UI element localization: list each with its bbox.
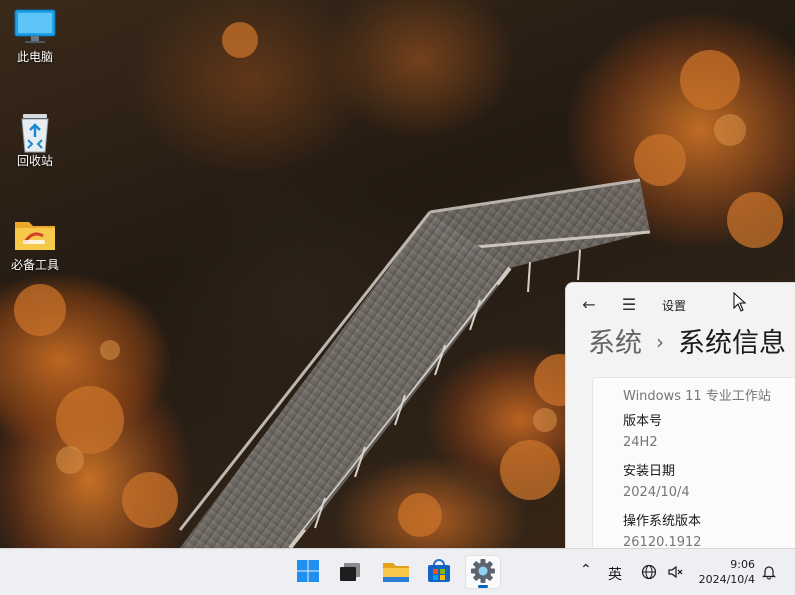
start-button[interactable]: [290, 555, 326, 589]
version-label: 版本号: [623, 414, 663, 429]
window-title: 设置: [662, 299, 687, 313]
active-app-indicator: [478, 585, 488, 588]
store-button[interactable]: [421, 555, 457, 589]
chevron-up-icon: ⌃: [580, 562, 592, 578]
breadcrumb-parent-system[interactable]: 系统: [588, 328, 642, 359]
ime-label: 英: [608, 567, 622, 583]
breadcrumb: 系统 › 系统信息: [588, 327, 786, 362]
task-view-button[interactable]: [332, 555, 368, 589]
file-explorer-button[interactable]: [378, 555, 414, 589]
ime-indicator[interactable]: 英: [606, 549, 628, 595]
desktop-icon-label: 此电脑: [16, 50, 53, 64]
desktop-icon-recycle-bin[interactable]: 回收站: [2, 104, 68, 168]
desktop-icon-tools-folder[interactable]: 必备工具: [2, 208, 68, 272]
hamburger-menu-icon: ☰: [621, 295, 637, 314]
task-view-icon: [340, 563, 360, 581]
os-build-label: 操作系统版本: [623, 514, 702, 529]
network-button[interactable]: [638, 549, 660, 595]
clock-time: 9:06: [730, 558, 755, 571]
mouse-cursor-icon: [733, 291, 747, 316]
volume-button[interactable]: [664, 549, 686, 595]
taskbar: ⌃ 英 9:06 2024/10/4: [0, 548, 795, 595]
this-pc-icon: [13, 6, 57, 46]
install-date-value: 2024/10/4: [623, 485, 690, 500]
speaker-muted-icon: [668, 565, 683, 579]
clock[interactable]: 9:06 2024/10/4: [699, 557, 755, 587]
settings-titlebar: ← ☰ 设置: [566, 283, 795, 327]
os-build-value: 26120.1912: [623, 535, 702, 549]
settings-taskbar-button[interactable]: [465, 555, 501, 589]
desktop-icon-this-pc[interactable]: 此电脑: [2, 0, 68, 64]
desktop-icon-label: 必备工具: [10, 258, 59, 272]
nav-menu-button[interactable]: ☰: [618, 295, 640, 315]
show-hidden-icons-button[interactable]: ⌃: [576, 549, 596, 595]
windows-logo-icon: [297, 560, 319, 582]
folder-icon: [13, 214, 57, 254]
back-button[interactable]: ←: [578, 295, 600, 315]
breadcrumb-current: 系统信息: [678, 328, 786, 359]
arrow-left-icon: ←: [582, 295, 596, 314]
edition-value: Windows 11 专业工作站: [623, 389, 771, 404]
globe-icon: [641, 564, 657, 580]
bell-icon: [762, 566, 776, 580]
store-icon: [428, 559, 450, 582]
recycle-bin-icon: [13, 110, 57, 153]
desktop-icon-label: 回收站: [16, 154, 53, 168]
clock-date: 2024/10/4: [698, 573, 755, 586]
notifications-button[interactable]: [758, 549, 780, 595]
gear-icon: [471, 559, 495, 583]
file-explorer-icon: [383, 563, 409, 582]
settings-window: ← ☰ 设置 系统 › 系统信息 Windows 11 专业工作站 版本号 24H2…: [565, 282, 795, 549]
install-date-label: 安装日期: [623, 464, 676, 479]
version-value: 24H2: [623, 435, 658, 450]
chevron-right-icon: ›: [656, 330, 664, 354]
